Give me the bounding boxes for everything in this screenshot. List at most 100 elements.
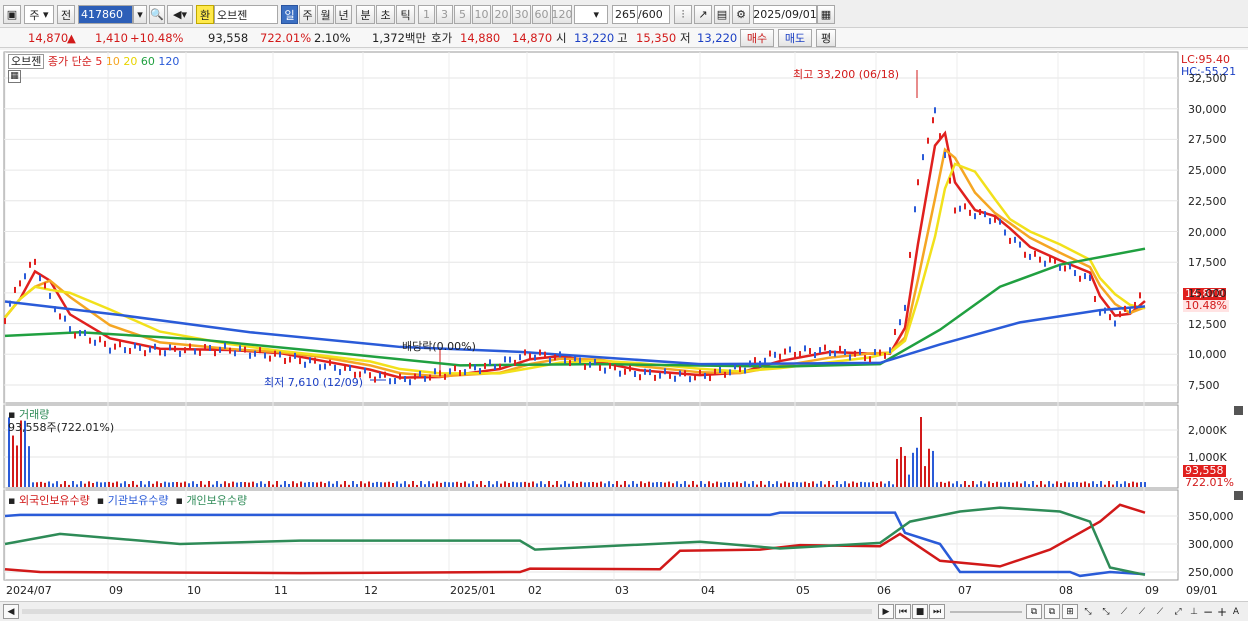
period-week[interactable]: 주 xyxy=(299,5,316,24)
volume-bar xyxy=(968,484,970,487)
market-select[interactable]: 주 ▾ xyxy=(24,5,54,24)
eval-button[interactable]: 평 xyxy=(816,29,836,47)
x-axis-tick: 12 xyxy=(364,584,378,597)
code-dropdown-icon[interactable]: ▾ xyxy=(133,5,147,24)
code-input[interactable]: 417860 xyxy=(78,5,133,24)
candle xyxy=(539,349,541,356)
candle xyxy=(244,346,246,353)
volume-bar xyxy=(312,482,314,487)
period-day[interactable]: 일 xyxy=(281,5,298,24)
candle xyxy=(799,351,801,358)
volume-bar xyxy=(264,483,266,487)
volume-bar xyxy=(884,483,886,487)
draw-icon[interactable]: ↗ xyxy=(694,5,712,24)
period-tick[interactable]: 틱 xyxy=(396,5,415,24)
scroll-left-icon[interactable]: ◀ xyxy=(3,604,19,619)
candle xyxy=(1004,229,1006,236)
holdings-panel-close-icon[interactable] xyxy=(1234,491,1243,500)
holdings-y-tick: 300,000 xyxy=(1188,538,1234,551)
tool-6-icon[interactable]: ⤢ xyxy=(1170,604,1186,619)
candle xyxy=(619,370,621,377)
x-axis-tick: 10 xyxy=(187,584,201,597)
zoom-track[interactable] xyxy=(950,611,1022,613)
candle xyxy=(684,370,686,377)
period-second[interactable]: 초 xyxy=(376,5,395,24)
minute-30[interactable]: 30 xyxy=(512,5,531,24)
candle xyxy=(609,362,611,369)
tool-2-icon[interactable]: ⤡ xyxy=(1098,604,1114,619)
volume-bar xyxy=(660,482,662,487)
candle xyxy=(664,368,666,375)
ma60-label: 60 xyxy=(140,55,155,68)
table-icon[interactable]: ▦ xyxy=(8,70,21,83)
tool-1-icon[interactable]: ⤡ xyxy=(1080,604,1096,619)
candle xyxy=(989,218,991,225)
minute-60[interactable]: 60 xyxy=(532,5,551,24)
period-year[interactable]: 년 xyxy=(335,5,352,24)
copy-icon[interactable]: ⧉ xyxy=(1026,604,1042,619)
window-icon[interactable]: ▣ xyxy=(3,5,21,24)
count-input[interactable]: 265 xyxy=(612,5,638,24)
scroll-right-icon[interactable]: ▶ xyxy=(878,604,894,619)
period-minute[interactable]: 분 xyxy=(356,5,375,24)
open-price: 13,220 xyxy=(574,31,615,45)
candle-icon[interactable]: ⫶ xyxy=(674,5,692,24)
minute-20[interactable]: 20 xyxy=(492,5,511,24)
first-page-icon[interactable]: ⏮ xyxy=(895,604,911,619)
volume-bar xyxy=(1064,481,1066,487)
candle xyxy=(779,353,781,360)
scrollbar-track[interactable] xyxy=(22,609,872,614)
minute-5[interactable]: 5 xyxy=(454,5,471,24)
tool-4-icon[interactable]: ⟋ xyxy=(1134,604,1150,619)
volume-bar xyxy=(184,481,186,487)
volume-bar xyxy=(56,481,58,487)
volume-bar xyxy=(468,483,470,487)
candle xyxy=(934,107,936,114)
volume-bar xyxy=(1140,482,1142,487)
tool-3-icon[interactable]: ⟋ xyxy=(1116,604,1132,619)
minute-1[interactable]: 1 xyxy=(418,5,435,24)
period-month[interactable]: 월 xyxy=(317,5,334,24)
save-icon[interactable]: ▤ xyxy=(714,5,730,24)
auto-scale-icon[interactable]: A xyxy=(1228,604,1244,619)
last-page-icon[interactable]: ⏭ xyxy=(929,604,945,619)
sound-icon[interactable]: ◀▾ xyxy=(167,5,193,24)
gear-icon[interactable]: ⚙ xyxy=(732,5,750,24)
candle xyxy=(932,117,934,124)
tool-5-icon[interactable]: ⟋ xyxy=(1152,604,1168,619)
minute-120[interactable]: 120 xyxy=(552,5,573,24)
volume-bar xyxy=(288,483,290,487)
candle xyxy=(854,350,856,357)
search-icon[interactable]: 🔍 xyxy=(149,5,165,24)
layout-icon[interactable]: ⊞ xyxy=(1062,604,1078,619)
stop-icon[interactable]: ■ xyxy=(912,604,928,619)
date-input[interactable]: 2025/09/01 xyxy=(753,5,817,24)
volume-bar xyxy=(1044,484,1046,487)
volume-bar xyxy=(972,481,974,487)
candle xyxy=(759,360,761,367)
buy-button[interactable]: 매수 xyxy=(740,29,774,47)
volume-bar xyxy=(1004,482,1006,487)
custom-period-select[interactable]: ▾ xyxy=(574,5,608,24)
volume-panel-close-icon[interactable] xyxy=(1234,406,1243,415)
compare-icon[interactable]: ⧉ xyxy=(1044,604,1060,619)
sell-button[interactable]: 매도 xyxy=(778,29,812,47)
chart-canvas[interactable] xyxy=(0,50,1248,601)
candle xyxy=(64,315,66,322)
volume-bar xyxy=(244,482,246,487)
candle xyxy=(114,343,116,350)
calendar-icon[interactable]: ▦ xyxy=(817,5,835,24)
volume-bar xyxy=(600,481,602,487)
volume-bar xyxy=(992,482,994,487)
minute-3[interactable]: 3 xyxy=(436,5,453,24)
stock-legend[interactable]: 오브젠 xyxy=(8,54,45,69)
exchange-badge[interactable]: 환 xyxy=(196,5,214,24)
prev-button[interactable]: 전 xyxy=(57,5,75,24)
volume-bar xyxy=(188,483,190,487)
volume-bar xyxy=(1052,483,1054,487)
minute-10[interactable]: 10 xyxy=(472,5,491,24)
volume-bar xyxy=(568,483,570,487)
volume-bar xyxy=(728,482,730,487)
volume-bar xyxy=(560,484,562,487)
candle xyxy=(849,354,851,361)
